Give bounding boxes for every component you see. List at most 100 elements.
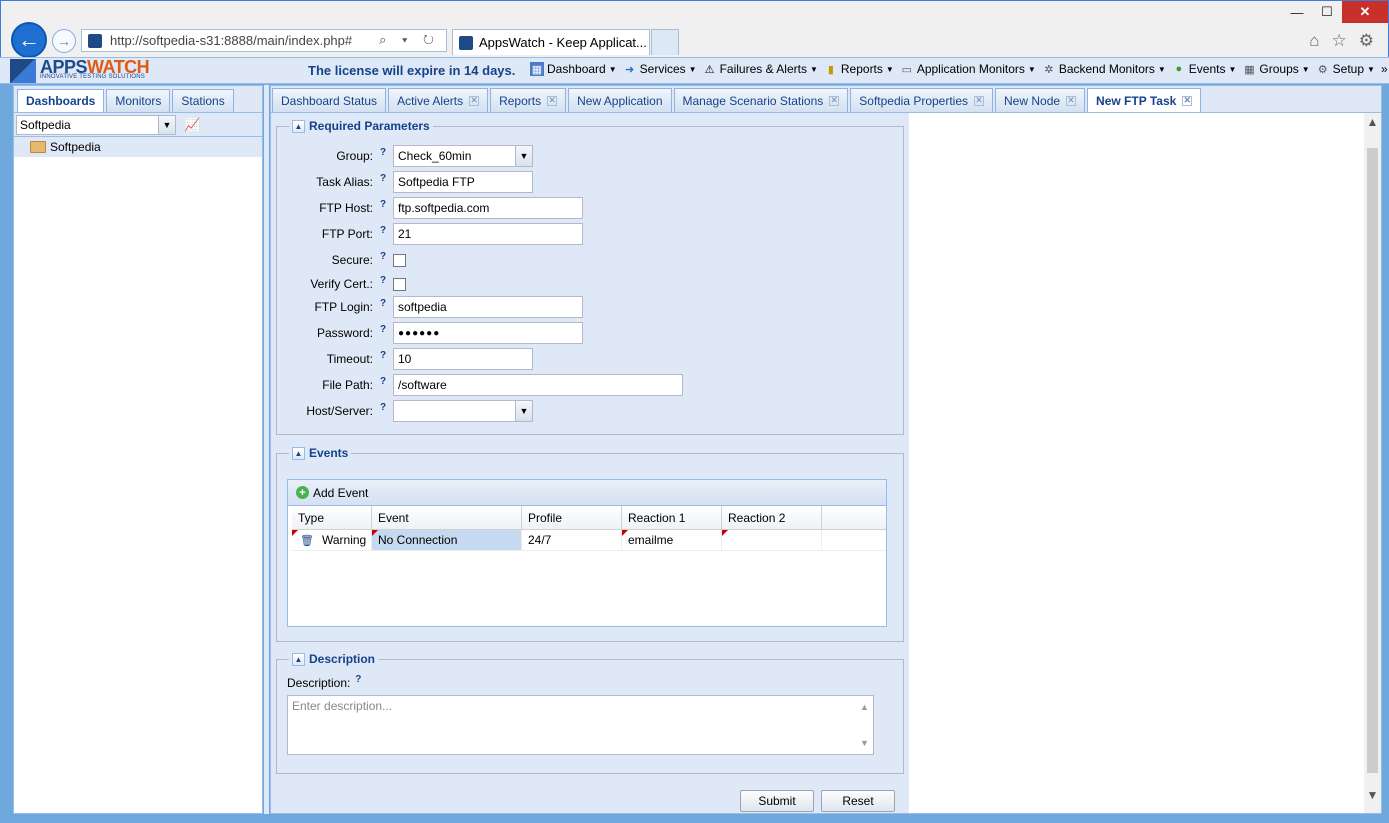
maximize-button[interactable]: ☐ xyxy=(1312,1,1342,23)
tab-dashboard-status[interactable]: Dashboard Status xyxy=(272,88,387,112)
col-reaction-1[interactable]: Reaction 1 xyxy=(622,506,722,529)
home-icon[interactable]: ⌂ xyxy=(1309,31,1319,51)
address-tools[interactable]: ⌕ ▾ ↻ xyxy=(379,32,440,48)
ftp-port-field[interactable]: 21 xyxy=(393,223,583,245)
address-bar[interactable]: http://softpedia-s31:8888/main/index.php… xyxy=(81,29,447,52)
chevron-down-icon[interactable]: ▼ xyxy=(158,115,175,134)
panel-splitter[interactable] xyxy=(264,85,269,814)
menu-groups[interactable]: ▦ Groups ▼ xyxy=(1242,62,1309,76)
menu-backend-monitors[interactable]: ✲ Backend Monitors ▼ xyxy=(1042,62,1166,76)
textarea-scrollbar[interactable]: ▲ ▼ xyxy=(856,696,873,754)
menu-reports[interactable]: ▮ Reports ▼ xyxy=(824,62,894,76)
verify-cert-checkbox[interactable] xyxy=(393,277,406,291)
tab-dashboards[interactable]: Dashboards xyxy=(17,89,105,112)
file-path-field[interactable]: /software xyxy=(393,374,683,396)
tab-active-alerts[interactable]: Active Alerts ✕ xyxy=(388,88,489,112)
groups-icon: ▦ xyxy=(1244,63,1255,76)
add-icon: + xyxy=(296,486,309,499)
tab-stations[interactable]: Stations xyxy=(172,89,234,112)
main-scrollbar[interactable]: ▲ ▼ xyxy=(1364,113,1381,813)
ftp-host-field[interactable]: ftp.softpedia.com xyxy=(393,197,583,219)
close-icon[interactable]: ✕ xyxy=(547,95,558,106)
col-type[interactable]: Type xyxy=(292,506,372,529)
help-icon[interactable]: ? xyxy=(373,402,393,413)
minimize-button[interactable]: — xyxy=(1282,1,1312,23)
timeout-field[interactable]: 10 xyxy=(393,348,533,370)
collapse-icon[interactable]: ▲ xyxy=(292,652,305,666)
cell-profile[interactable]: 24/7 xyxy=(522,530,622,550)
star-icon[interactable]: ☆ xyxy=(1332,31,1347,51)
menu-services[interactable]: ➜ Services ▼ xyxy=(623,62,697,76)
cell-reaction-2[interactable] xyxy=(722,530,822,550)
secure-checkbox[interactable] xyxy=(393,253,406,267)
ftp-login-field[interactable]: softpedia xyxy=(393,296,583,318)
gear-icon[interactable]: ⚙ xyxy=(1359,31,1374,51)
close-icon[interactable]: ✕ xyxy=(974,95,985,106)
help-icon[interactable]: ? xyxy=(373,376,393,387)
close-icon[interactable]: ✕ xyxy=(469,95,480,106)
back-icon[interactable]: ← xyxy=(11,22,47,58)
tab-softpedia-properties[interactable]: Softpedia Properties ✕ xyxy=(850,88,994,112)
tab-reports[interactable]: Reports ✕ xyxy=(490,88,567,112)
close-button[interactable]: ✕ xyxy=(1342,1,1388,23)
trash-icon[interactable]: 🗑 xyxy=(300,534,314,547)
tab-new-application[interactable]: New Application xyxy=(568,88,672,112)
description-textarea[interactable]: Enter description... ▲ ▼ xyxy=(287,695,874,755)
col-event[interactable]: Event xyxy=(372,506,522,529)
submit-button[interactable]: Submit xyxy=(740,790,814,812)
col-reaction-2[interactable]: Reaction 2 xyxy=(722,506,822,529)
help-icon[interactable]: ? xyxy=(373,298,393,309)
table-row[interactable]: 🗑 Warning No Connection 24/7 emailme xyxy=(292,530,886,551)
backend-icon: ✲ xyxy=(1044,63,1054,76)
collapse-icon[interactable]: ▲ xyxy=(292,446,305,460)
chevron-up-icon[interactable]: ▲ xyxy=(1364,113,1381,130)
close-icon[interactable]: ✕ xyxy=(829,95,840,106)
chevron-down-icon[interactable]: ▼ xyxy=(1364,786,1381,803)
cell-reaction-1[interactable]: emailme xyxy=(622,530,722,550)
cell-event[interactable]: No Connection xyxy=(372,530,522,550)
help-icon[interactable]: ? xyxy=(373,147,393,158)
tab-manage-scenario-stations[interactable]: Manage Scenario Stations ✕ xyxy=(673,88,849,112)
chevron-down-icon[interactable]: ▼ xyxy=(515,146,532,166)
help-icon[interactable]: ? xyxy=(373,251,393,262)
help-icon[interactable]: ? xyxy=(373,324,393,335)
reset-button[interactable]: Reset xyxy=(821,790,895,812)
task-alias-field[interactable]: Softpedia FTP xyxy=(393,171,533,193)
menu-overflow[interactable]: » xyxy=(1381,62,1388,76)
scrollbar-thumb[interactable] xyxy=(1367,148,1378,773)
tree-item-softpedia[interactable]: Softpedia xyxy=(14,137,262,157)
browser-tab[interactable]: AppsWatch - Keep Applicat... xyxy=(452,29,650,55)
help-icon[interactable]: ? xyxy=(373,225,393,236)
license-notice: The license will expire in 14 days. xyxy=(308,63,516,78)
help-icon[interactable]: ? xyxy=(373,199,393,210)
chevron-down-icon[interactable]: ▼ xyxy=(515,401,532,421)
dashboard-select[interactable]: Softpedia ▼ xyxy=(16,114,176,135)
help-icon[interactable]: ? xyxy=(350,674,366,685)
close-icon[interactable]: ✕ xyxy=(1066,95,1077,106)
forward-icon[interactable]: → xyxy=(52,29,76,53)
group-select[interactable]: Check_60min ▼ xyxy=(393,145,533,167)
cell-type[interactable]: 🗑 Warning xyxy=(292,530,372,550)
chart-icon[interactable]: 📈 xyxy=(184,117,200,133)
menu-application-monitors[interactable]: ▭ Application Monitors ▼ xyxy=(900,62,1036,76)
collapse-icon[interactable]: ▲ xyxy=(292,119,305,133)
menu-failures-alerts[interactable]: ⚠ Failures & Alerts ▼ xyxy=(703,62,818,76)
password-label: Password: xyxy=(316,326,373,340)
tab-new-node[interactable]: New Node ✕ xyxy=(995,88,1086,112)
tab-monitors[interactable]: Monitors xyxy=(106,89,171,112)
menu-setup[interactable]: ⚙ Setup ▼ xyxy=(1316,62,1375,76)
close-icon[interactable]: ✕ xyxy=(1182,95,1193,106)
tab-new-ftp-task[interactable]: New FTP Task ✕ xyxy=(1087,88,1202,112)
menu-events[interactable]: ● Events ▼ xyxy=(1172,62,1236,76)
menu-dashboard[interactable]: ▦ Dashboard ▼ xyxy=(530,62,617,76)
help-icon[interactable]: ? xyxy=(373,173,393,184)
help-icon[interactable]: ? xyxy=(373,275,393,286)
add-event-button[interactable]: + Add Event xyxy=(296,486,368,500)
password-field[interactable]: ●●●●●● xyxy=(393,322,583,344)
host-server-select[interactable]: ▼ xyxy=(393,400,533,422)
col-profile[interactable]: Profile xyxy=(522,506,622,529)
main-tabs: Dashboard Status Active Alerts ✕ Reports ✕… xyxy=(271,86,1381,113)
help-icon[interactable]: ? xyxy=(373,350,393,361)
description-title: Description xyxy=(309,652,376,666)
new-tab-button[interactable] xyxy=(651,29,679,55)
